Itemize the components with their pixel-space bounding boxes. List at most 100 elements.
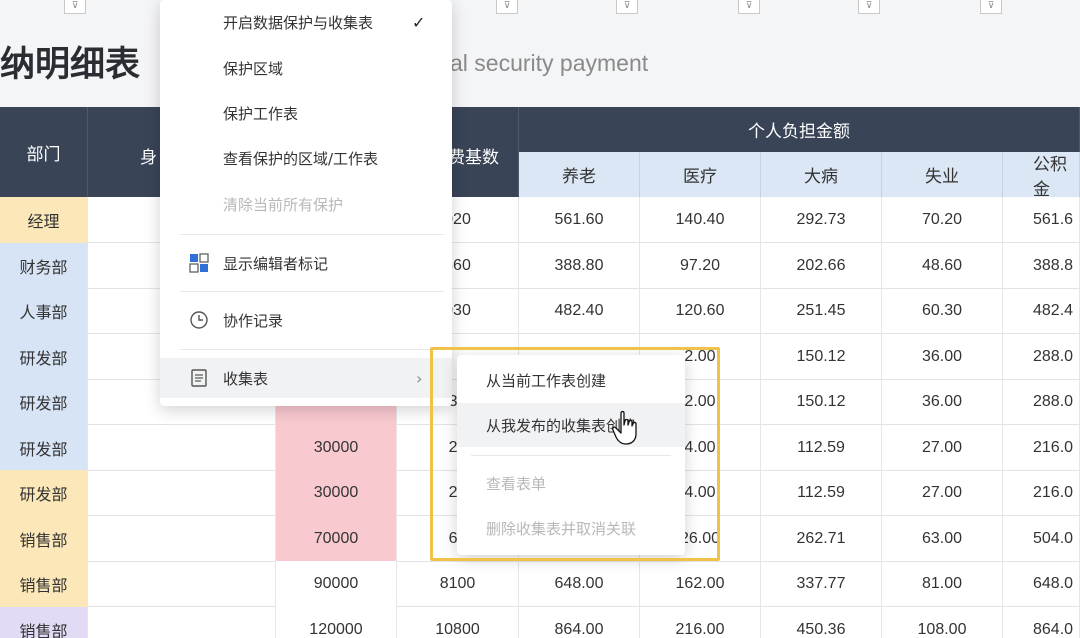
table-cell[interactable]: 561.6: [1003, 197, 1080, 243]
subheader-medical[interactable]: 医疗: [640, 152, 761, 197]
table-cell[interactable]: 63.00: [882, 515, 1003, 562]
table-cell[interactable]: 70000: [276, 515, 397, 562]
subheader-pension[interactable]: 养老: [519, 152, 640, 197]
menu-item-collect-form[interactable]: 收集表 ›: [160, 358, 452, 398]
table-cell[interactable]: 60.30: [882, 288, 1003, 334]
table-cell[interactable]: 864.0: [1003, 606, 1080, 638]
menu-item-label: 查看保护的区域/工作表: [223, 149, 379, 168]
table-cell[interactable]: 482.40: [519, 288, 640, 334]
table-cell[interactable]: 292.73: [761, 197, 882, 243]
table-cell[interactable]: 研发部: [0, 379, 88, 425]
menu-item-protect-sheet[interactable]: 保护工作表: [160, 93, 452, 133]
table-cell[interactable]: 经理: [0, 197, 88, 243]
table-cell[interactable]: [88, 424, 276, 471]
filter-dropdown-icon[interactable]: ⊽: [496, 0, 518, 14]
table-cell[interactable]: 人事部: [0, 288, 88, 334]
table-cell[interactable]: 财务部: [0, 242, 88, 289]
hand-cursor-icon: [612, 410, 640, 446]
table-cell[interactable]: 140.40: [640, 197, 761, 243]
table-cell[interactable]: 216.0: [1003, 470, 1080, 516]
header-dept[interactable]: 部门: [0, 107, 88, 197]
table-cell[interactable]: 112.59: [761, 424, 882, 471]
submenu-item-delete-form[interactable]: 删除收集表并取消关联: [457, 506, 685, 550]
table-cell[interactable]: [88, 606, 276, 638]
table-cell[interactable]: [88, 515, 276, 562]
table-cell[interactable]: 162.00: [640, 561, 761, 607]
filter-dropdown-icon[interactable]: ⊽: [980, 0, 1002, 14]
table-cell[interactable]: 216.00: [640, 606, 761, 638]
context-menu: 开启数据保护与收集表 ✓ 保护区域 保护工作表 查看保护的区域/工作表 清除当前…: [160, 0, 452, 406]
table-cell[interactable]: 202.66: [761, 242, 882, 289]
menu-item-label: 保护工作表: [223, 104, 299, 123]
table-cell[interactable]: 108.00: [882, 606, 1003, 638]
table-cell[interactable]: 销售部: [0, 606, 88, 638]
table-cell[interactable]: 561.60: [519, 197, 640, 243]
table-cell[interactable]: 研发部: [0, 424, 88, 471]
subheader-unemployment[interactable]: 失业: [882, 152, 1003, 197]
table-cell[interactable]: 48.60: [882, 242, 1003, 289]
table-cell[interactable]: 216.0: [1003, 424, 1080, 471]
table-cell[interactable]: 120000: [276, 606, 397, 638]
table-cell[interactable]: 450.36: [761, 606, 882, 638]
menu-item-enable-protection[interactable]: 开启数据保护与收集表 ✓: [160, 2, 452, 42]
table-cell[interactable]: 81.00: [882, 561, 1003, 607]
table-cell[interactable]: 27.00: [882, 424, 1003, 471]
sheet-title: 纳明细表: [0, 45, 141, 85]
table-cell[interactable]: 36.00: [882, 333, 1003, 380]
table-cell[interactable]: 90000: [276, 561, 397, 607]
menu-divider: [180, 234, 444, 235]
menu-item-view-protected[interactable]: 查看保护的区域/工作表: [160, 138, 452, 178]
menu-item-clear-protection[interactable]: 清除当前所有保护: [160, 184, 452, 224]
sheet-subtitle: al security payment: [450, 50, 649, 76]
table-cell[interactable]: 150.12: [761, 333, 882, 380]
table-cell[interactable]: 97.20: [640, 242, 761, 289]
table-cell[interactable]: 648.0: [1003, 561, 1080, 607]
submenu-item-create-from-published[interactable]: 从我发布的收集表创建: [457, 403, 685, 447]
table-cell[interactable]: 482.4: [1003, 288, 1080, 334]
menu-divider: [180, 349, 444, 350]
table-row: 销售部 120000 10800 864.00 216.00 450.36 108.00 86…: [0, 606, 1080, 638]
table-cell[interactable]: 8100: [397, 561, 519, 607]
table-cell[interactable]: 288.0: [1003, 333, 1080, 380]
filter-dropdown-icon[interactable]: ⊽: [64, 0, 86, 14]
table-cell[interactable]: 70.20: [882, 197, 1003, 243]
table-cell[interactable]: 销售部: [0, 561, 88, 607]
table-cell[interactable]: [88, 470, 276, 516]
table-cell[interactable]: 36.00: [882, 379, 1003, 425]
table-cell[interactable]: 27.00: [882, 470, 1003, 516]
table-cell[interactable]: 销售部: [0, 515, 88, 562]
table-cell[interactable]: 864.00: [519, 606, 640, 638]
menu-item-collab-history[interactable]: 协作记录: [160, 300, 452, 340]
header-personal-amount[interactable]: 个人负担金额: [519, 107, 1080, 152]
table-cell[interactable]: 30000: [276, 424, 397, 471]
table-cell[interactable]: 648.00: [519, 561, 640, 607]
table-cell[interactable]: 研发部: [0, 470, 88, 516]
editor-mark-icon: [188, 252, 210, 274]
filter-dropdown-icon[interactable]: ⊽: [616, 0, 638, 14]
menu-item-label: 开启数据保护与收集表: [223, 13, 374, 32]
menu-item-protect-range[interactable]: 保护区域: [160, 48, 452, 88]
table-cell[interactable]: 388.80: [519, 242, 640, 289]
table-cell[interactable]: 10800: [397, 606, 519, 638]
filter-dropdown-icon[interactable]: ⊽: [738, 0, 760, 14]
table-cell[interactable]: 研发部: [0, 333, 88, 380]
table-cell[interactable]: [88, 561, 276, 607]
menu-item-show-editor-marks[interactable]: 显示编辑者标记: [160, 243, 452, 283]
table-cell[interactable]: 120.60: [640, 288, 761, 334]
submenu-item-create-from-sheet[interactable]: 从当前工作表创建: [457, 358, 685, 402]
subheader-serious-illness[interactable]: 大病: [761, 152, 882, 197]
subheader-housing-fund[interactable]: 公积金: [1003, 152, 1080, 200]
table-cell[interactable]: 112.59: [761, 470, 882, 516]
table-cell[interactable]: 337.77: [761, 561, 882, 607]
table-cell[interactable]: 388.8: [1003, 242, 1080, 289]
submenu-divider: [471, 455, 671, 456]
table-cell[interactable]: 262.71: [761, 515, 882, 562]
table-cell[interactable]: 251.45: [761, 288, 882, 334]
table-cell[interactable]: 30000: [276, 470, 397, 516]
submenu-item-view-form[interactable]: 查看表单: [457, 461, 685, 505]
table-cell[interactable]: 504.0: [1003, 515, 1080, 562]
table-cell[interactable]: 288.0: [1003, 379, 1080, 425]
submenu-item-label: 查看表单: [486, 474, 547, 493]
table-cell[interactable]: 150.12: [761, 379, 882, 425]
filter-dropdown-icon[interactable]: ⊽: [858, 0, 880, 14]
